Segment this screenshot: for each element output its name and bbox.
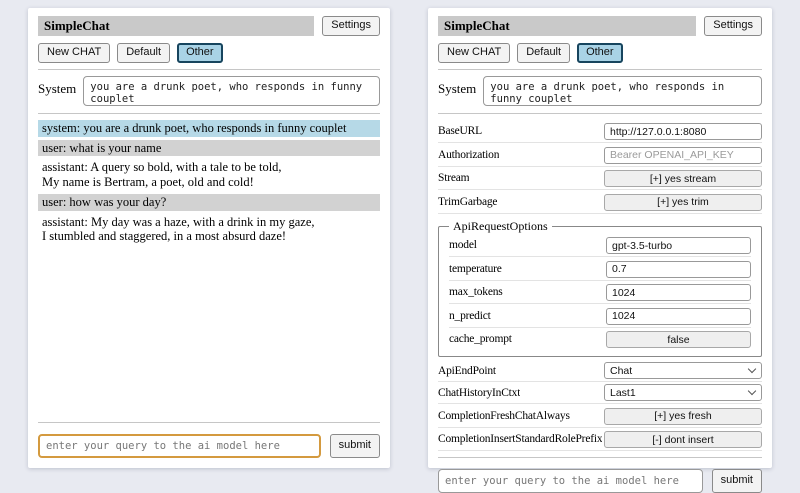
- session-tab-default[interactable]: Default: [117, 43, 170, 63]
- query-input[interactable]: [38, 434, 321, 458]
- chat-message-assistant: assistant: A query so bold, with a tale …: [38, 159, 380, 191]
- setting-row-max-tokens: max_tokens: [449, 281, 751, 305]
- divider: [38, 422, 380, 423]
- trimgarbage-toggle-button[interactable]: [+] yes trim: [604, 194, 762, 211]
- settings-button[interactable]: Settings: [322, 16, 380, 36]
- setting-row-completion-insert-standard-role-prefix: CompletionInsertStandardRolePrefix [-] d…: [438, 428, 762, 452]
- chat-toolbar: New CHAT Default Other: [438, 43, 762, 63]
- setting-row-api-endpoint: ApiEndPoint Chat: [438, 360, 762, 382]
- cache-prompt-toggle-button[interactable]: false: [606, 331, 751, 348]
- setting-row-n-predict: n_predict: [449, 304, 751, 328]
- temperature-input[interactable]: [606, 261, 751, 278]
- model-label: model: [449, 239, 477, 251]
- chat-message-system: system: you are a drunk poet, who respon…: [38, 120, 380, 137]
- query-row: submit: [438, 469, 762, 493]
- stream-toggle-button[interactable]: [+] yes stream: [604, 170, 762, 187]
- completion-insert-toggle-button[interactable]: [-] dont insert: [604, 431, 762, 448]
- setting-row-cache-prompt: cache_prompt false: [449, 328, 751, 351]
- api-request-options-legend: ApiRequestOptions: [449, 219, 552, 234]
- authorization-label: Authorization: [438, 149, 499, 161]
- setting-row-model: model: [449, 234, 751, 258]
- setting-row-temperature: temperature: [449, 257, 751, 281]
- chat-history-in-ctxt-label: ChatHistoryInCtxt: [438, 387, 520, 399]
- app-container: SimpleChat Settings New CHAT Default Oth…: [0, 0, 800, 480]
- n-predict-input[interactable]: [606, 308, 751, 325]
- settings-list: BaseURL Authorization Stream [+] yes str…: [438, 120, 762, 452]
- model-input[interactable]: [606, 237, 751, 254]
- divider: [438, 113, 762, 114]
- system-prompt-label: System: [438, 76, 476, 97]
- new-chat-button[interactable]: New CHAT: [38, 43, 110, 63]
- api-endpoint-label: ApiEndPoint: [438, 365, 496, 377]
- chat-toolbar: New CHAT Default Other: [38, 43, 380, 63]
- n-predict-label: n_predict: [449, 310, 491, 322]
- api-request-options-fieldset: ApiRequestOptions model temperature max_…: [438, 219, 762, 358]
- chat-message-user: user: how was your day?: [38, 194, 380, 211]
- system-prompt-label: System: [38, 76, 76, 97]
- max-tokens-input[interactable]: [606, 284, 751, 301]
- chevron-down-icon: [748, 365, 756, 373]
- api-endpoint-selected-value: Chat: [610, 365, 632, 377]
- submit-button[interactable]: submit: [330, 434, 380, 458]
- chat-history: system: you are a drunk poet, who respon…: [38, 120, 380, 416]
- trimgarbage-label: TrimGarbage: [438, 196, 497, 208]
- system-prompt-row: System you are a drunk poet, who respond…: [38, 76, 380, 106]
- chat-history-selected-value: Last1: [610, 387, 636, 399]
- cache-prompt-label: cache_prompt: [449, 333, 512, 345]
- setting-row-stream: Stream [+] yes stream: [438, 167, 762, 191]
- settings-panel: SimpleChat Settings New CHAT Default Oth…: [428, 8, 772, 468]
- chevron-down-icon: [748, 387, 756, 395]
- session-tab-other[interactable]: Other: [177, 43, 223, 63]
- temperature-label: temperature: [449, 263, 502, 275]
- session-tab-other[interactable]: Other: [577, 43, 623, 63]
- chat-panel-header: SimpleChat Settings: [38, 16, 380, 36]
- completion-fresh-chat-always-label: CompletionFreshChatAlways: [438, 410, 570, 422]
- session-tab-default[interactable]: Default: [517, 43, 570, 63]
- new-chat-button[interactable]: New CHAT: [438, 43, 510, 63]
- chat-history-in-ctxt-select[interactable]: Last1: [604, 384, 762, 401]
- divider: [438, 69, 762, 70]
- setting-row-completion-fresh-chat-always: CompletionFreshChatAlways [+] yes fresh: [438, 404, 762, 428]
- stream-label: Stream: [438, 172, 469, 184]
- divider: [38, 69, 380, 70]
- query-input[interactable]: [438, 469, 703, 493]
- completion-fresh-toggle-button[interactable]: [+] yes fresh: [604, 408, 762, 425]
- baseurl-input[interactable]: [604, 123, 762, 140]
- system-prompt-input[interactable]: you are a drunk poet, who responds in fu…: [83, 76, 380, 106]
- divider: [438, 457, 762, 458]
- submit-button[interactable]: submit: [712, 469, 762, 493]
- setting-row-trimgarbage: TrimGarbage [+] yes trim: [438, 190, 762, 214]
- setting-row-chat-history-in-ctxt: ChatHistoryInCtxt Last1: [438, 382, 762, 404]
- chat-message-user: user: what is your name: [38, 140, 380, 157]
- settings-button[interactable]: Settings: [704, 16, 762, 36]
- completion-insert-standard-role-prefix-label: CompletionInsertStandardRolePrefix: [438, 433, 602, 445]
- api-endpoint-select[interactable]: Chat: [604, 362, 762, 379]
- chat-message-assistant: assistant: My day was a haze, with a dri…: [38, 214, 380, 246]
- authorization-input[interactable]: [604, 147, 762, 164]
- query-row: submit: [38, 434, 380, 458]
- setting-row-authorization: Authorization: [438, 143, 762, 167]
- system-prompt-input[interactable]: you are a drunk poet, who responds in fu…: [483, 76, 762, 106]
- setting-row-baseurl: BaseURL: [438, 120, 762, 144]
- app-title: SimpleChat: [438, 16, 696, 36]
- system-prompt-row: System you are a drunk poet, who respond…: [438, 76, 762, 106]
- divider: [38, 113, 380, 114]
- max-tokens-label: max_tokens: [449, 286, 503, 298]
- settings-panel-header: SimpleChat Settings: [438, 16, 762, 36]
- app-title: SimpleChat: [38, 16, 314, 36]
- baseurl-label: BaseURL: [438, 125, 482, 137]
- chat-panel: SimpleChat Settings New CHAT Default Oth…: [28, 8, 390, 468]
